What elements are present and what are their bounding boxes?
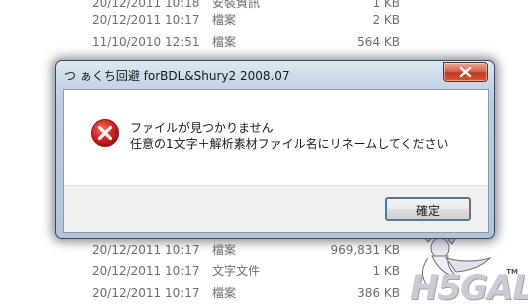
file-type: 文字文件 xyxy=(212,264,261,278)
ok-button[interactable]: 確定 xyxy=(385,197,471,221)
file-date: 11/10/2010 12:51 xyxy=(92,35,200,49)
file-type: 檔案 xyxy=(212,243,237,257)
close-icon xyxy=(459,66,472,78)
file-date: 20/12/2011 10:17 xyxy=(92,286,200,300)
error-message: ファイルが見つかりません 任意の1文字＋解析素材ファイル名にリネームしてください xyxy=(130,120,449,152)
file-date: 20/12/2011 10:17 xyxy=(92,243,200,257)
message-line-2: 任意の1文字＋解析素材ファイル名にリネームしてください xyxy=(130,137,449,151)
file-size: 1 KB xyxy=(372,264,400,278)
file-date: 20/12/2011 10:17 xyxy=(92,264,200,278)
dialog-title: つ ぁくち回避 forBDL&Shury2 2008.07 xyxy=(64,69,290,83)
watermark-logo: H5GAL TM xyxy=(398,228,528,308)
close-button[interactable] xyxy=(443,62,488,82)
file-row[interactable]: 11/10/2010 12:51 檔案 564 KB xyxy=(0,32,528,53)
error-dialog: つ ぁくち回避 forBDL&Shury2 2008.07 ファイルが見つかりま… xyxy=(55,60,495,239)
file-row[interactable]: 20/12/2011 10:17 檔案 2 KB xyxy=(0,10,528,31)
file-type: 檔案 xyxy=(212,35,237,49)
file-size: 386 KB xyxy=(357,286,400,300)
error-icon xyxy=(91,119,119,147)
dialog-button-bar: 確定 xyxy=(64,185,488,232)
file-size: 2 KB xyxy=(372,13,400,27)
file-size: 969,831 KB xyxy=(330,243,400,257)
dialog-content: ファイルが見つかりません 任意の1文字＋解析素材ファイル名にリネームしてください… xyxy=(63,89,489,233)
file-type: 檔案 xyxy=(212,286,237,300)
file-date: 20/12/2011 10:17 xyxy=(92,13,200,27)
trademark-label: TM xyxy=(506,268,518,276)
dialog-titlebar[interactable]: つ ぁくち回避 forBDL&Shury2 2008.07 xyxy=(56,61,494,89)
message-line-1: ファイルが見つかりません xyxy=(130,121,274,135)
file-size: 564 KB xyxy=(357,35,400,49)
file-type: 檔案 xyxy=(212,13,237,27)
